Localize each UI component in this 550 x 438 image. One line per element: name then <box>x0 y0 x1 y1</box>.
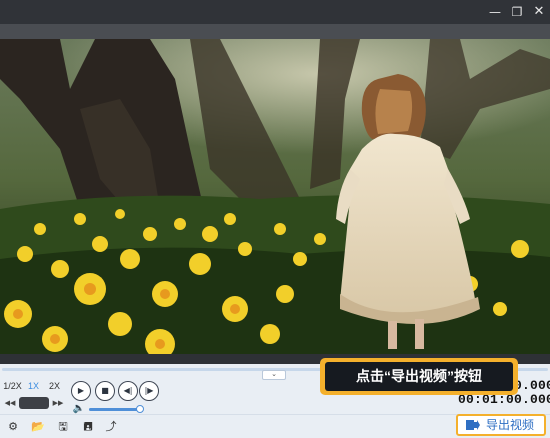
speed-half-button[interactable]: 1/2X <box>2 378 23 394</box>
share-icon[interactable]: ⤴ <box>104 420 118 434</box>
close-button[interactable]: ✕ <box>529 2 549 22</box>
video-frame-image <box>0 39 550 354</box>
speed-double-button[interactable]: 2X <box>44 378 65 394</box>
volume-knob[interactable] <box>136 405 145 413</box>
next-frame-button[interactable]: |▶ <box>139 381 159 401</box>
video-preview[interactable] <box>0 39 550 354</box>
save-icon[interactable]: 🖫 <box>56 420 70 434</box>
volume-slider[interactable] <box>89 408 143 411</box>
instruction-text: 点击“导出视频”按钮 <box>325 362 513 391</box>
export-video-label: 导出视频 <box>486 418 535 432</box>
playback-speed-group: 1/2X 1X 2X <box>2 378 65 394</box>
previous-frame-button[interactable]: ◀| <box>118 381 138 401</box>
title-bar: — ❐ ✕ <box>0 0 550 24</box>
step-forward-icon[interactable]: ▶▶ <box>52 397 64 409</box>
stop-button[interactable]: ■ <box>95 381 115 401</box>
step-back-icon[interactable]: ◀◀ <box>4 397 16 409</box>
volume-level <box>89 408 141 411</box>
minimize-button[interactable]: — <box>485 2 505 22</box>
settings-icon[interactable]: ⚙ <box>6 420 20 434</box>
export-icon <box>466 420 480 430</box>
instruction-callout: 点击“导出视频”按钮 <box>320 358 518 395</box>
save-as-icon[interactable]: 🖪 <box>81 420 95 434</box>
frame-step-slider[interactable] <box>19 397 49 409</box>
collapse-panel-toggle[interactable]: ⌄ <box>262 370 286 380</box>
video-editor-window: — ❐ ✕ ⌄ 1/2X 1X 2X ◀◀ ▶▶ ▶ ■ ◀| |▶ 🔈 00:… <box>0 0 550 438</box>
top-divider <box>0 24 550 39</box>
export-video-button[interactable]: 导出视频 <box>456 414 546 436</box>
speed-normal-button[interactable]: 1X <box>23 378 44 394</box>
play-button[interactable]: ▶ <box>71 381 91 401</box>
frame-step-control: ◀◀ ▶▶ <box>2 396 64 410</box>
open-folder-icon[interactable]: 📂 <box>31 420 45 434</box>
maximize-button[interactable]: ❐ <box>507 2 527 22</box>
